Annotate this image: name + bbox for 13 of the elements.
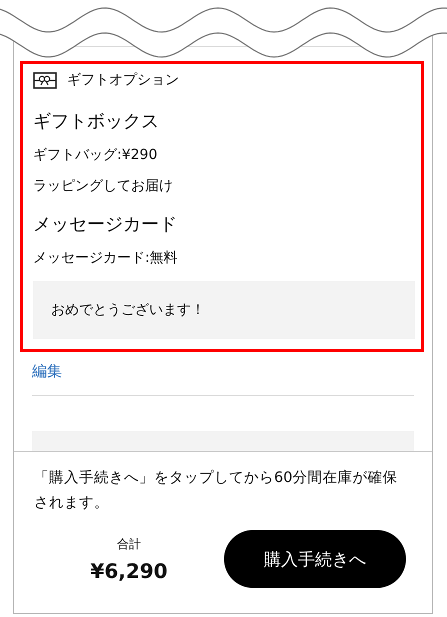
section-title: ギフトオプション — [67, 71, 179, 89]
option-detail: ラッピングしてお届け — [33, 177, 174, 195]
stock-notice: 「購入手続きへ」をタップしてから60分間在庫が確保されます。 — [34, 468, 398, 513]
gift-card-icon — [33, 72, 57, 88]
total-price: ¥6,290 — [90, 558, 168, 582]
option-detail: ギフトバッグ:¥290 — [33, 146, 158, 164]
option-heading: ギフトボックス — [33, 110, 160, 133]
total-label: 合計 — [117, 536, 141, 552]
edit-link[interactable]: 編集 — [32, 362, 414, 381]
checkout-button[interactable]: 購入手続きへ — [224, 530, 406, 588]
option-heading: メッセージカード — [33, 213, 178, 236]
option-detail: メッセージカード:無料 — [33, 249, 179, 267]
message-text: おめでとうございます！ — [33, 281, 415, 339]
